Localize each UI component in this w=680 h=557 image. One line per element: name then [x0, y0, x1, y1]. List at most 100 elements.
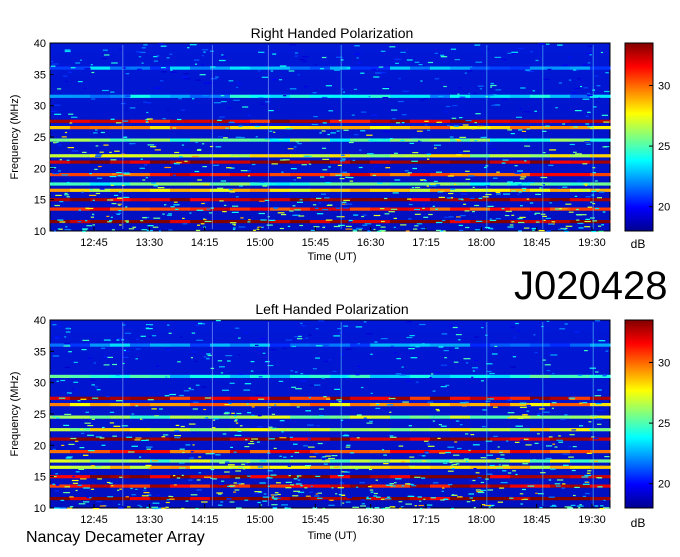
- speckle-pixel: [322, 507, 326, 510]
- speckle-pixel: [561, 487, 565, 489]
- speckle-pixel: [163, 434, 169, 436]
- speckle-pixel: [283, 456, 287, 458]
- speckle-pixel: [123, 349, 126, 351]
- speckle-pixel: [201, 64, 204, 66]
- band-segment: [170, 94, 191, 98]
- band-segment: [170, 188, 191, 192]
- speckle-pixel: [595, 188, 600, 191]
- speckle-pixel: [516, 116, 522, 118]
- speckle-pixel: [206, 357, 210, 359]
- speckle-pixel: [594, 460, 599, 462]
- speckle-pixel: [385, 484, 393, 486]
- speckle-pixel: [205, 417, 209, 419]
- band-segment: [470, 160, 491, 164]
- speckle-pixel: [465, 226, 470, 229]
- speckle-pixel: [217, 187, 224, 189]
- speckle-pixel: [285, 481, 292, 483]
- speckle-pixel: [405, 230, 410, 232]
- band-segment: [370, 160, 391, 164]
- speckle-pixel: [299, 58, 305, 61]
- speckle-pixel: [141, 47, 146, 49]
- speckle-pixel: [539, 187, 542, 189]
- speckle-pixel: [568, 446, 571, 448]
- speckle-pixel: [458, 87, 462, 89]
- speckle-pixel: [554, 446, 558, 448]
- speckle-pixel: [237, 430, 242, 432]
- speckle-pixel: [66, 456, 73, 458]
- speckle-pixel: [64, 194, 69, 196]
- speckle-pixel: [422, 207, 425, 209]
- speckle-pixel: [321, 193, 326, 195]
- band-segment: [510, 450, 531, 454]
- speckle-pixel: [463, 458, 469, 460]
- speckle-pixel: [507, 226, 514, 228]
- speckle-pixel: [519, 108, 522, 110]
- colorbar-unit-label: dB: [631, 237, 646, 251]
- band-segment: [530, 207, 551, 211]
- speckle-pixel: [143, 492, 150, 494]
- speckle-pixel: [459, 215, 466, 217]
- speckle-pixel: [507, 417, 511, 419]
- speckle-pixel: [64, 192, 68, 194]
- band-segment: [570, 160, 591, 164]
- speckle-pixel: [450, 188, 456, 190]
- speckle-pixel: [465, 178, 471, 180]
- band-segment: [370, 396, 391, 400]
- band-segment: [190, 138, 211, 142]
- speckle-pixel: [575, 153, 582, 155]
- speckle-pixel: [480, 481, 485, 484]
- band-segment: [270, 450, 291, 454]
- speckle-pixel: [168, 391, 173, 393]
- band-segment: [270, 403, 291, 407]
- speckle-pixel: [375, 407, 381, 409]
- speckle-pixel: [525, 444, 532, 446]
- speckle-pixel: [369, 468, 373, 471]
- speckle-pixel: [499, 487, 505, 489]
- speckle-pixel: [440, 425, 447, 427]
- speckle-pixel: [511, 190, 517, 192]
- speckle-pixel: [206, 353, 211, 355]
- speckle-pixel: [443, 230, 446, 232]
- band-segment: [270, 173, 291, 177]
- speckle-pixel: [583, 87, 588, 89]
- speckle-pixel: [201, 143, 205, 145]
- speckle-pixel: [532, 90, 535, 92]
- speckle-pixel: [238, 136, 245, 139]
- speckle-pixel: [192, 351, 197, 353]
- speckle-pixel: [289, 88, 297, 90]
- band-segment: [450, 126, 471, 130]
- speckle-pixel: [218, 483, 224, 486]
- speckle-pixel: [600, 505, 604, 507]
- band-segment: [490, 173, 511, 177]
- speckle-pixel: [380, 50, 386, 52]
- speckle-pixel: [296, 406, 300, 408]
- speckle-pixel: [574, 195, 578, 197]
- speckle-pixel: [598, 340, 606, 342]
- speckle-pixel: [577, 374, 583, 376]
- speckle-pixel: [602, 146, 607, 148]
- band-segment: [350, 437, 371, 441]
- speckle-pixel: [345, 501, 351, 503]
- band-segment: [50, 497, 71, 501]
- speckle-pixel: [179, 448, 185, 450]
- speckle-pixel: [445, 384, 450, 386]
- speckle-pixel: [321, 130, 326, 132]
- speckle-pixel: [165, 501, 170, 504]
- speckle-pixel: [441, 490, 444, 492]
- speckle-pixel: [471, 500, 476, 502]
- speckle-pixel: [548, 436, 553, 438]
- colorbar: [624, 319, 654, 509]
- speckle-pixel: [94, 132, 98, 134]
- speckle-pixel: [111, 62, 118, 64]
- band-segment: [330, 126, 351, 130]
- band-segment: [350, 220, 371, 224]
- speckle-pixel: [176, 118, 182, 121]
- speckle-pixel: [138, 56, 142, 58]
- speckle-pixel: [169, 498, 175, 500]
- band-segment: [430, 374, 451, 378]
- speckle-pixel: [406, 59, 413, 61]
- speckle-pixel: [268, 219, 276, 221]
- x-axis-label: Time (UT): [307, 530, 356, 542]
- speckle-pixel: [449, 325, 453, 327]
- x-tick-label: 15:00: [246, 514, 274, 526]
